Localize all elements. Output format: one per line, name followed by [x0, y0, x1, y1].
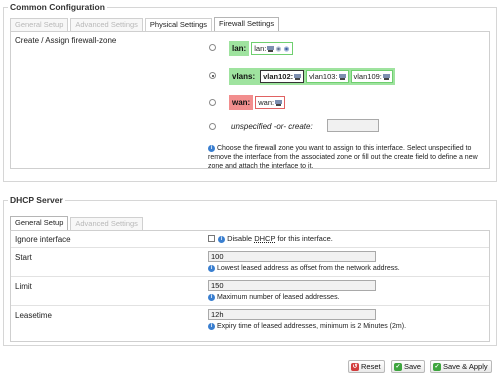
network-icon [275, 99, 283, 106]
zone-vlans-network-1-name: vlan102: [263, 72, 294, 81]
zone-wan-name: wan: [229, 95, 254, 110]
firewall-zone-help-text: Choose the firewall zone you want to ass… [208, 145, 478, 170]
zone-lan-network: lan: [251, 42, 294, 55]
firewall-zone-label: Create / Assign firewall-zone [15, 36, 117, 45]
dhcp-general-panel: Ignore interface i Disable DHCP for this… [10, 230, 490, 342]
zone-vlans-network-3: vlan109: [350, 70, 393, 83]
ignore-interface-label: Ignore interface [15, 235, 71, 244]
zone-wan[interactable]: wan: wan: [229, 95, 286, 110]
save-button-label: Save [404, 362, 422, 371]
tab-physical-settings[interactable]: Physical Settings [144, 18, 213, 31]
reset-button[interactable]: ↺ Reset [348, 360, 385, 373]
save-icon: ✓ [394, 362, 402, 371]
save-apply-button[interactable]: ✓ Save & Apply [430, 360, 492, 373]
divider [11, 305, 489, 306]
create-zone-input[interactable] [327, 119, 379, 132]
reset-icon: ↺ [351, 362, 359, 371]
zone-vlans[interactable]: vlans: vlan102: vlan103: vlan109: [229, 68, 395, 85]
limit-label: Limit [15, 282, 32, 291]
zone-vlans-network-2: vlan103: [306, 70, 349, 83]
start-help-text: Lowest leased address as offset from the… [216, 265, 400, 272]
zone-vlans-network-3-name: vlan109: [353, 72, 382, 81]
tab-dhcp-general-setup[interactable]: General Setup [10, 216, 69, 230]
leasetime-help-text: Expiry time of leased addresses, minimum… [216, 323, 407, 330]
tab-dhcp-advanced-settings[interactable]: Advanced Settings [70, 217, 143, 230]
network-icon [338, 73, 346, 80]
help-icon: i [218, 235, 225, 243]
zone-vlans-name: vlans: [232, 72, 256, 81]
network-icon [267, 45, 275, 52]
firewall-zone-help: i Choose the firewall zone you want to a… [208, 144, 488, 171]
tab-general-setup[interactable]: General Setup [10, 18, 69, 31]
save-button[interactable]: ✓ Save [391, 360, 426, 373]
dhcp-server-section: DHCP Server General Setup Advanced Setti… [3, 195, 497, 346]
ignore-interface-text-prefix: Disable [227, 234, 253, 243]
help-icon: i [208, 322, 215, 330]
wireless-icon [284, 45, 290, 52]
common-configuration-legend: Common Configuration [8, 2, 107, 12]
limit-help: i Maximum number of leased addresses. [208, 293, 340, 302]
save-apply-button-label: Save & Apply [443, 362, 488, 371]
start-input[interactable]: 100 [208, 251, 376, 262]
start-label: Start [15, 253, 32, 262]
network-icon [294, 73, 302, 80]
start-help: i Lowest leased address as offset from t… [208, 264, 400, 273]
zone-vlans-network-2-name: vlan103: [309, 72, 338, 81]
ignore-interface-text-suffix: for this interface. [277, 234, 333, 243]
zone-vlans-network-1: vlan102: [260, 70, 305, 83]
ignore-interface-help: i Disable DHCP for this interface. [218, 234, 333, 243]
dhcp-server-legend: DHCP Server [8, 195, 65, 205]
limit-help-text: Maximum number of leased addresses. [216, 294, 340, 301]
zone-wan-network-name: wan: [258, 98, 275, 107]
zone-lan[interactable]: lan: lan: [229, 41, 294, 56]
ignore-interface-dhcp: DHCP [254, 234, 276, 243]
limit-input[interactable]: 150 [208, 280, 376, 291]
ignore-interface-checkbox[interactable] [208, 235, 215, 242]
divider [11, 247, 489, 248]
zone-wan-network: wan: [255, 96, 286, 109]
leasetime-help: i Expiry time of leased addresses, minim… [208, 322, 406, 331]
zone-lan-name: lan: [229, 41, 250, 56]
zone-unspecified-radio[interactable] [209, 123, 216, 130]
zone-lan-network-name: lan: [254, 44, 267, 53]
firewall-settings-panel: Create / Assign firewall-zone lan: lan: … [10, 31, 490, 171]
leasetime-label: Leasetime [15, 311, 52, 320]
dhcp-tabs: General Setup Advanced Settings [10, 216, 145, 230]
network-icon [382, 73, 390, 80]
zone-lan-radio[interactable] [209, 44, 216, 51]
help-icon: i [208, 293, 215, 301]
common-configuration-section: Common Configuration General Setup Advan… [3, 2, 497, 182]
common-tabs: General Setup Advanced Settings Physical… [10, 17, 281, 31]
help-icon: i [208, 144, 215, 152]
help-icon: i [208, 264, 215, 272]
leasetime-input[interactable]: 12h [208, 309, 376, 320]
tab-firewall-settings[interactable]: Firewall Settings [214, 17, 280, 31]
divider [11, 276, 489, 277]
save-apply-icon: ✓ [433, 362, 441, 371]
wireless-icon [276, 45, 282, 52]
zone-wan-radio[interactable] [209, 99, 216, 106]
tab-advanced-settings[interactable]: Advanced Settings [70, 18, 143, 31]
unspecified-label: unspecified -or- create: [231, 122, 313, 131]
zone-vlans-radio[interactable] [209, 72, 216, 79]
reset-button-label: Reset [361, 362, 381, 371]
